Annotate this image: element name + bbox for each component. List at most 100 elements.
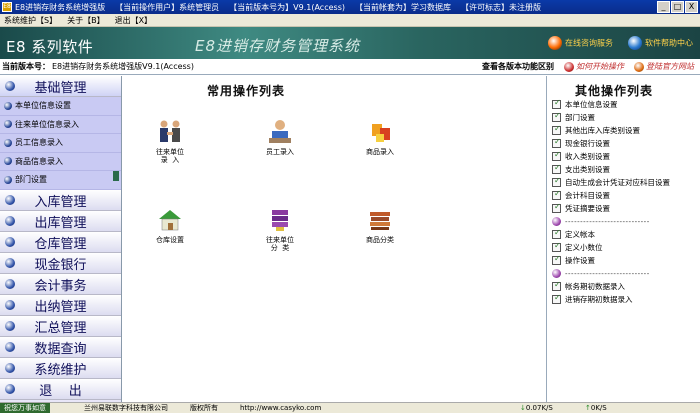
list-item[interactable]: 凭证摘要设置	[552, 202, 698, 215]
current-user-value: 系统管理员	[179, 2, 220, 12]
nav-cash-bank[interactable]: 现金银行	[0, 253, 121, 274]
nav-sub-partner-entry[interactable]: 往来单位信息录入	[0, 116, 121, 134]
online-service-link[interactable]: 在线咨询服务	[548, 36, 613, 50]
bullet-icon	[5, 279, 15, 289]
list-item[interactable]: 现金银行设置	[552, 137, 698, 150]
list-item[interactable]: 会计科目设置	[552, 189, 698, 202]
license-label: 【许可标志】	[460, 2, 509, 12]
tile-goods-entry[interactable]: 商品录入	[350, 118, 410, 156]
separator: ----------------------------	[552, 267, 698, 280]
nav-stock-out[interactable]: 出库管理	[0, 211, 121, 232]
bullet-icon	[5, 216, 15, 226]
how-to-start-link[interactable]: 如何开始操作	[564, 61, 624, 72]
list-item[interactable]: 操作设置	[552, 254, 698, 267]
nav-sub-department[interactable]: 部门设置	[0, 171, 121, 190]
tile-partner-category[interactable]: 往来单位 分 类	[250, 206, 310, 252]
nav-cashier[interactable]: 出纳管理	[0, 295, 121, 316]
checklist-icon	[552, 137, 561, 148]
nav-summary[interactable]: 汇总管理	[0, 316, 121, 337]
nav-accounting[interactable]: 会计事务	[0, 274, 121, 295]
brand-logo: E8 系列软件	[6, 38, 94, 56]
menu-bar: 系统维护【S】 关于【B】 退出【X】	[0, 14, 700, 27]
nav-exit[interactable]: 退 出	[0, 379, 121, 400]
bullet-icon	[5, 342, 15, 352]
menu-exit[interactable]: 退出【X】	[115, 15, 152, 26]
version-strip: 当前版本号： E8进销存财务系统增强版V9.1(Access) 查看各版本功能区…	[0, 59, 700, 75]
system-title: E8进销存财务管理系统	[195, 37, 361, 55]
maximize-button[interactable]: □	[671, 1, 684, 13]
title-bar: E8 E8进销存财务系统增强版 【当前操作用户】 系统管理员 【当前版本号为】 …	[0, 0, 700, 14]
checklist-icon	[552, 189, 561, 200]
checklist-icon	[552, 111, 561, 122]
list-item[interactable]: 本单位信息设置	[552, 98, 698, 111]
nav-system-maintenance[interactable]: 系统维护	[0, 358, 121, 379]
download-speed: ↓ 0.07K/S	[520, 404, 553, 412]
submenu-scrollbar[interactable]	[113, 171, 119, 181]
bullet-icon	[4, 138, 12, 147]
checklist-icon	[552, 176, 561, 187]
tile-partner-entry[interactable]: 往来单位 录 入	[140, 118, 200, 164]
list-item[interactable]: 其他出库入库类别设置	[552, 124, 698, 137]
website-url[interactable]: http://www.casyko.com	[240, 404, 321, 412]
bullet-icon	[5, 363, 15, 373]
bullet-icon	[4, 120, 12, 129]
separator-ball-icon	[552, 217, 561, 226]
compare-versions-link[interactable]: 查看各版本功能区别	[482, 61, 554, 72]
checklist-icon	[552, 241, 561, 252]
bullet-icon	[4, 175, 12, 184]
bullet-icon	[5, 384, 15, 394]
books-icon	[266, 206, 294, 234]
account-value: 学习数据库	[410, 2, 451, 12]
help-center-link[interactable]: 软件帮助中心	[628, 36, 693, 50]
menu-system[interactable]: 系统维护【S】	[4, 15, 57, 26]
nav-warehouse[interactable]: 仓库管理	[0, 232, 121, 253]
list-item[interactable]: 帐务期初数据录入	[552, 280, 698, 293]
left-nav: 基础管理 本单位信息设置 往来单位信息录入 员工信息录入 商品信息录入 部门设置…	[0, 76, 122, 402]
separator: ----------------------------	[552, 215, 698, 228]
checklist-icon	[552, 98, 561, 109]
list-item[interactable]: 自动生成会计凭证对应科目设置	[552, 176, 698, 189]
globe-icon	[634, 61, 644, 72]
other-operations-heading: 其他操作列表	[575, 84, 654, 98]
bullet-icon	[5, 321, 15, 331]
app-title: E8进销存财务系统增强版	[15, 2, 106, 12]
menu-about[interactable]: 关于【B】	[67, 15, 105, 26]
bullet-icon	[4, 101, 12, 110]
bullet-icon	[5, 300, 15, 310]
checklist-icon	[552, 202, 561, 213]
minimize-button[interactable]: _	[657, 1, 670, 13]
bullet-icon	[5, 195, 15, 205]
list-item[interactable]: 进销存期初数据录入	[552, 293, 698, 306]
other-operations-list: 本单位信息设置 部门设置 其他出库入库类别设置 现金银行设置 收入类别设置 支出…	[552, 98, 698, 306]
list-item[interactable]: 定义小数位	[552, 241, 698, 254]
company-name: 兰州易联数字科技有限公司	[84, 404, 168, 412]
nav-basic-management[interactable]: 基础管理	[0, 76, 121, 97]
nav-sub-unit-info[interactable]: 本单位信息设置	[0, 97, 121, 116]
nav-sub-employee-entry[interactable]: 员工信息录入	[0, 134, 121, 153]
banner: E8 系列软件 E8进销存财务管理系统 在线咨询服务 软件帮助中心	[0, 27, 700, 59]
checklist-icon	[552, 280, 561, 291]
nav-data-query[interactable]: 数据查询	[0, 337, 121, 358]
start-greeting[interactable]: 祝您万事如意	[0, 403, 50, 413]
goods-icon	[366, 118, 394, 146]
list-item[interactable]: 定义帐本	[552, 228, 698, 241]
other-operations-panel: 其他操作列表 本单位信息设置 部门设置 其他出库入库类别设置 现金银行设置 收入…	[548, 76, 700, 402]
checklist-icon	[552, 293, 561, 304]
list-item[interactable]: 收入类别设置	[552, 150, 698, 163]
window-controls: _ □ X	[657, 1, 698, 13]
warehouse-icon	[156, 206, 184, 234]
list-item[interactable]: 支出类别设置	[552, 163, 698, 176]
nav-stock-in[interactable]: 入库管理	[0, 190, 121, 211]
close-button[interactable]: X	[685, 1, 698, 13]
tile-employee-entry[interactable]: 员工录入	[250, 118, 310, 156]
checklist-icon	[552, 254, 561, 265]
version-strip-label: 当前版本号：	[2, 62, 50, 71]
upload-speed: ↑ 0K/S	[585, 404, 607, 412]
list-item[interactable]: 部门设置	[552, 111, 698, 124]
bullet-icon	[5, 81, 15, 91]
official-site-link[interactable]: 登陆官方网站	[634, 61, 694, 72]
tile-warehouse-settings[interactable]: 仓库设置	[140, 206, 200, 244]
tile-goods-category[interactable]: 商品分类	[350, 206, 410, 244]
qq-icon	[548, 36, 562, 50]
nav-sub-goods-entry[interactable]: 商品信息录入	[0, 153, 121, 171]
